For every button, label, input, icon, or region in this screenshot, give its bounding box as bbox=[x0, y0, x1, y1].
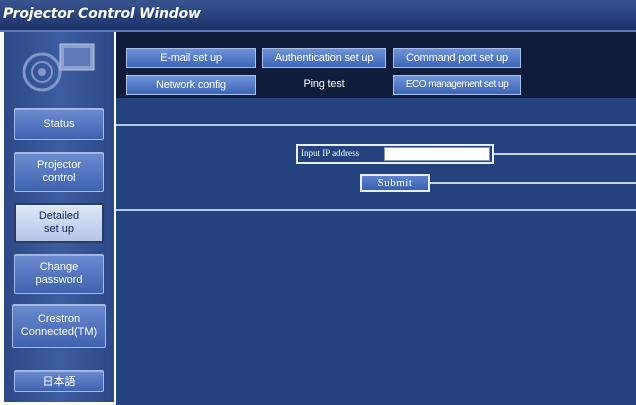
sidebar-item-label: Change bbox=[39, 261, 79, 273]
sidebar-item-label: password bbox=[35, 274, 83, 286]
sidebar-item-label: 日本語 bbox=[42, 374, 76, 388]
sidebar-item-label: set up bbox=[44, 223, 74, 235]
projector-logo-icon bbox=[22, 43, 95, 92]
window-title: Projector Control Window bbox=[3, 6, 201, 22]
title-bar: Projector Control Window bbox=[0, 0, 636, 32]
sidebar-item-label: control bbox=[42, 172, 76, 184]
sidebar-item-label: Connected(TM) bbox=[20, 326, 98, 338]
sidebar-item-label: Projector bbox=[36, 159, 82, 171]
sidebar-item-projector-control[interactable]: Projector control bbox=[14, 152, 104, 192]
sidebar-item-label: Status bbox=[43, 117, 75, 130]
callout-lines bbox=[430, 153, 636, 184]
sidebar-item-crestron[interactable]: Crestron Connected(TM) bbox=[12, 304, 106, 348]
sidebar-item-status[interactable]: Status bbox=[14, 108, 104, 140]
sidebar-item-label: Crestron bbox=[37, 313, 81, 325]
sidebar-item-change-password[interactable]: Change password bbox=[14, 254, 104, 294]
sidebar: Status Projector control Detailed set up… bbox=[4, 32, 114, 402]
main-content: E-mail set up Authentication set up Comm… bbox=[116, 32, 636, 405]
sidebar-item-detailed-set-up[interactable]: Detailed set up bbox=[14, 203, 104, 243]
sidebar-item-japanese[interactable]: 日本語 bbox=[14, 370, 104, 392]
sidebar-item-label: Detailed bbox=[38, 210, 80, 222]
